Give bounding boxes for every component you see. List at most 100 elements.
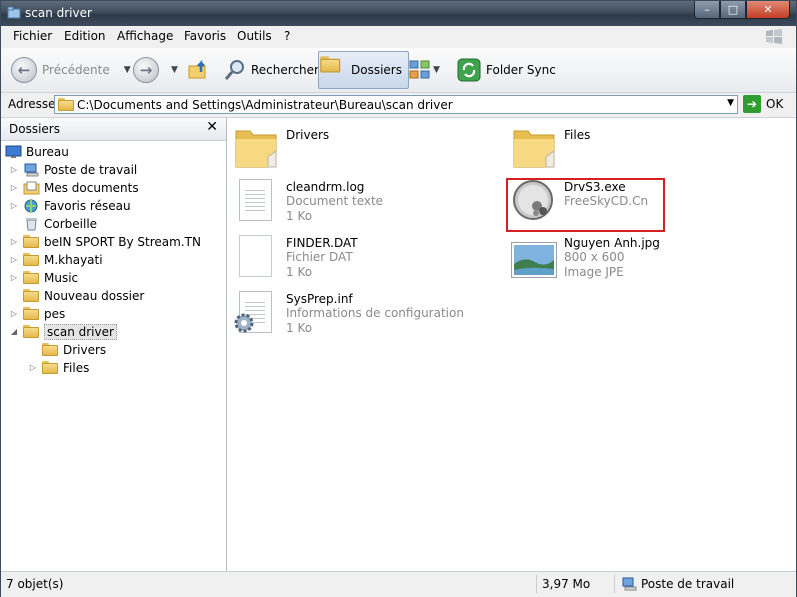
folder-window-icon [7, 6, 21, 19]
windows-logo-icon [766, 29, 782, 44]
location: Poste de travail [641, 577, 735, 591]
tree-item-files[interactable]: ▷ Files [28, 359, 89, 376]
views-button[interactable]: ▼ [409, 54, 440, 86]
chevron-down-icon[interactable]: ▼ [171, 65, 178, 75]
expand-icon[interactable]: ▷ [28, 363, 38, 372]
go-button[interactable]: ➔ OK [743, 95, 783, 113]
tree-item-label: Poste de travail [44, 162, 138, 177]
file-name: Drivers [286, 128, 330, 142]
tree-item-favoris-reseau[interactable]: ▷ Favoris réseau [9, 197, 131, 214]
close-button[interactable]: ✕ [746, 1, 790, 19]
search-icon [224, 60, 244, 80]
expand-icon[interactable]: ▷ [9, 309, 19, 318]
address-path: C:\Documents and Settings\Administrateur… [77, 98, 453, 112]
file-type: Document texte [286, 194, 384, 208]
file-item-sysprep-inf[interactable]: SysPrep.inf Informations de configuratio… [230, 287, 500, 337]
expand-icon[interactable]: ▷ [9, 237, 19, 246]
highlight-box [506, 178, 665, 232]
up-folder-button[interactable] [187, 54, 211, 86]
folder-icon [23, 252, 39, 266]
address-label: Adresse [8, 97, 56, 111]
maximize-button[interactable]: □ [720, 1, 746, 19]
folder-icon [235, 130, 277, 168]
file-name: SysPrep.inf [286, 292, 353, 306]
folder-icon [42, 342, 58, 356]
tree-item-pes[interactable]: ▷ pes [9, 305, 65, 322]
expand-icon[interactable]: ▷ [9, 255, 19, 264]
tree-item-label: Mes documents [44, 180, 139, 195]
chevron-down-icon[interactable]: ▼ [124, 65, 131, 75]
window-title: scan driver [25, 6, 92, 20]
menu-edition[interactable]: Edition [64, 29, 106, 43]
collapse-icon[interactable]: ◢ [9, 327, 19, 336]
tree-item-label: Corbeille [44, 216, 98, 231]
menu-help[interactable]: ? [284, 29, 290, 43]
folder-up-icon [188, 59, 206, 79]
tree-item-label: Nouveau dossier [44, 288, 145, 303]
file-size: 1 Ko [286, 265, 313, 279]
file-item-files[interactable]: Files [508, 123, 778, 173]
tree-item-scan-driver[interactable]: ◢ scan driver [9, 323, 117, 340]
folders-pane-header: Dossiers ✕ [1, 118, 226, 141]
file-item-cleandrm-log[interactable]: cleandrm.log Document texte 1 Ko [230, 175, 500, 225]
toolbar: ← Précédente ▼ → ▼ Rechercher Dossiers ▼… [1, 48, 796, 93]
file-type: Image JPE [564, 265, 624, 279]
folders-label: Dossiers [351, 63, 402, 77]
folder-sync-button[interactable]: Folder Sync [457, 54, 556, 86]
folder-icon [23, 288, 39, 302]
folder-icon [513, 130, 555, 168]
file-size: 1 Ko [286, 209, 313, 223]
image-thumbnail-icon [511, 242, 557, 278]
tree-item-poste-de-travail[interactable]: ▷ Poste de travail [9, 161, 137, 178]
expand-icon[interactable]: ▷ [9, 273, 19, 282]
back-button[interactable]: ← Précédente ▼ [11, 54, 131, 86]
folders-pane: Dossiers ✕ Bureau ▷ Poste de travail ▷ M… [1, 118, 227, 571]
file-name: cleandrm.log [286, 180, 365, 194]
tree-item-m-khayati[interactable]: ▷ M.khayati [9, 251, 103, 268]
expand-icon[interactable]: ▷ [9, 183, 19, 192]
folder-icon [58, 98, 74, 111]
expand-icon[interactable]: ▷ [9, 201, 19, 210]
sync-icon [457, 58, 481, 82]
file-item-nguyen-anh-jpg[interactable]: Nguyen Anh.jpg 800 x 600 Image JPE [508, 231, 778, 281]
go-arrow-icon: ➔ [743, 95, 761, 113]
folder-icon [23, 324, 39, 338]
menu-fichier[interactable]: Fichier [13, 29, 52, 43]
desktop-icon [5, 145, 22, 158]
folder-icon [42, 360, 58, 374]
tree-item-corbeille[interactable]: Corbeille [23, 215, 97, 232]
go-label: OK [766, 97, 784, 111]
tree-item-label: M.khayati [44, 252, 103, 267]
object-count: 7 objet(s) [6, 577, 64, 591]
file-item-finder-dat[interactable]: FINDER.DAT Fichier DAT 1 Ko [230, 231, 500, 281]
folders-button[interactable]: Dossiers [318, 51, 409, 89]
tree-item-drivers[interactable]: Drivers [42, 341, 106, 358]
tree-item-bein-sport[interactable]: ▷ beIN SPORT By Stream.TN [9, 233, 201, 250]
menu-favoris[interactable]: Favoris [184, 29, 226, 43]
tree-item-nouveau-dossier[interactable]: Nouveau dossier [23, 287, 144, 304]
tree-item-bureau[interactable]: Bureau [5, 143, 69, 160]
tree-item-music[interactable]: ▷ Music [9, 269, 78, 286]
tree-item-label: Drivers [63, 342, 107, 357]
menu-bar: Fichier Edition Affichage Favoris Outils… [1, 26, 796, 49]
search-button[interactable]: Rechercher [223, 54, 319, 86]
minimize-button[interactable]: – [694, 1, 720, 19]
tree-item-label: Bureau [26, 144, 69, 159]
title-bar[interactable]: scan driver – □ ✕ [1, 1, 796, 26]
tree-item-label: beIN SPORT By Stream.TN [44, 234, 201, 249]
expand-icon[interactable]: ▷ [9, 165, 19, 174]
address-field[interactable]: C:\Documents and Settings\Administrateur… [54, 95, 738, 114]
file-name: Files [564, 128, 591, 142]
arrow-right-icon: → [133, 57, 159, 83]
close-icon[interactable]: ✕ [206, 119, 218, 135]
menu-affichage[interactable]: Affichage [117, 29, 173, 43]
status-bar: 7 objet(s) 3,97 Mo Poste de travail [1, 571, 796, 597]
forward-button[interactable]: → ▼ [133, 54, 178, 86]
tree-item-mes-documents[interactable]: ▷ Mes documents [9, 179, 139, 196]
file-item-drivers[interactable]: Drivers [230, 123, 500, 173]
chevron-down-icon[interactable]: ▼ [433, 65, 440, 75]
menu-outils[interactable]: Outils [237, 29, 272, 43]
computer-icon [622, 577, 637, 591]
chevron-down-icon[interactable]: ▼ [727, 98, 734, 108]
tree-item-label: pes [44, 306, 66, 321]
